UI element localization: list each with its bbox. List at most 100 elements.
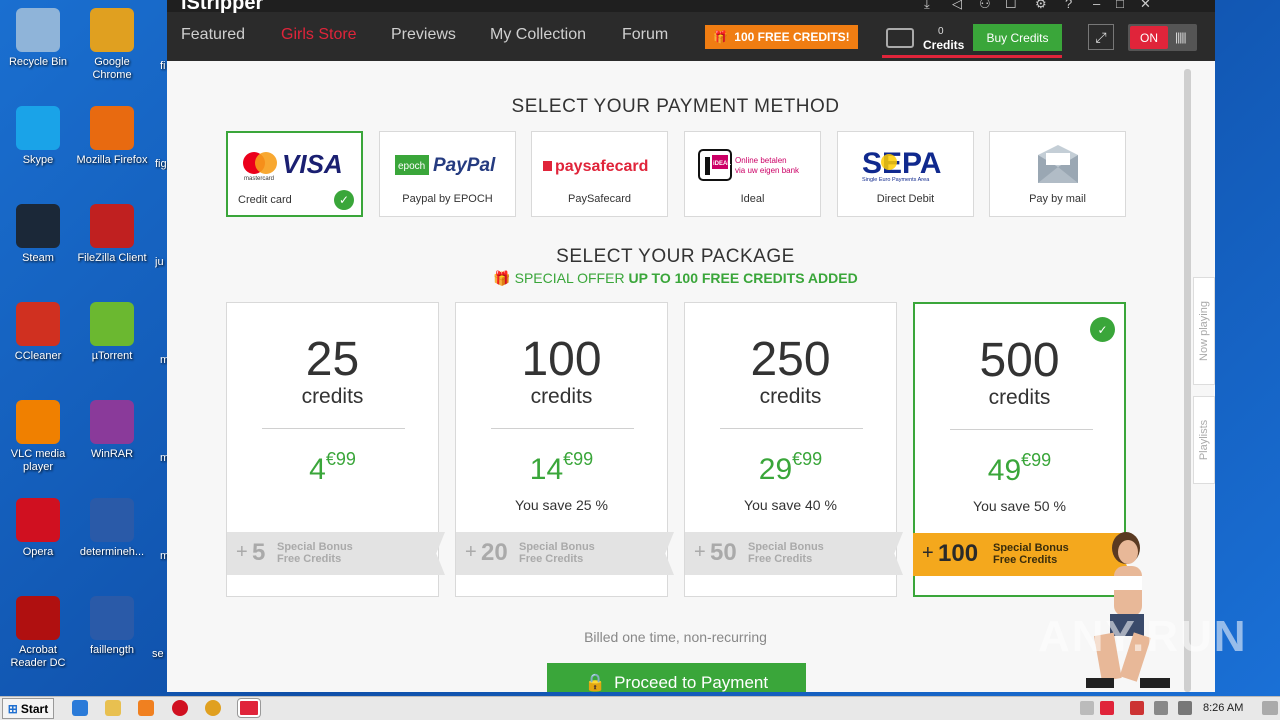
gift-icon: 🎁: [713, 30, 729, 44]
wallet-icon: [886, 28, 914, 48]
start-button[interactable]: ⊞ Start: [2, 698, 54, 719]
package-card-100[interactable]: 100 credits 14€99 You save 25 % +20 Special B…: [455, 302, 674, 597]
close-icon[interactable]: ✕: [1140, 0, 1151, 12]
desktop-icon-label: Google Chrome: [92, 56, 132, 81]
flag-tray-icon[interactable]: [1130, 701, 1144, 715]
payment-sepa[interactable]: SEPA Single Euro Payments Area Direct De…: [837, 131, 974, 217]
anyrun-watermark: ANY.RUN: [1038, 612, 1248, 661]
desktop-icon[interactable]: Opera: [0, 498, 76, 559]
bonus-ribbon: +50 Special Bonus Free Credits: [685, 532, 903, 575]
package-card-250[interactable]: 250 credits 29€99 You save 40 % +50 Special B…: [684, 302, 903, 597]
plus-icon: +: [922, 542, 934, 564]
show-desktop-button[interactable]: [1262, 701, 1278, 715]
maximize-icon[interactable]: □: [1116, 0, 1124, 11]
window-titlebar: [167, 0, 1215, 12]
checkmark-icon: ✓: [334, 190, 354, 210]
desktop-icon[interactable]: Steam: [0, 204, 76, 265]
fullscreen-icon[interactable]: ⤢: [1088, 24, 1114, 50]
desktop-icon-label: Mozilla Firefox: [76, 154, 148, 166]
desktop-icon-label: Opera: [22, 546, 54, 558]
desktop-icon[interactable]: CCleaner: [0, 302, 76, 363]
desktop-icon[interactable]: determineh...: [74, 498, 150, 559]
desktop-icon[interactable]: Acrobat Reader DC: [0, 596, 76, 670]
desktop-icon-label-partial[interactable]: se: [152, 648, 166, 660]
notification-icon[interactable]: ◁: [952, 0, 962, 12]
users-icon[interactable]: ⚇: [979, 0, 991, 12]
istripper-tray-icon[interactable]: [1100, 701, 1114, 715]
desktop-icon[interactable]: VLC media player: [0, 400, 76, 474]
toggle-bars-icon: |||||: [1175, 30, 1187, 44]
desktop-icon[interactable]: Skype: [0, 106, 76, 167]
package-unit: credits: [988, 386, 1051, 409]
lock-icon: 🔒: [584, 673, 607, 692]
bonus-amount: 20: [481, 539, 508, 566]
desktop-icon[interactable]: Recycle Bin: [0, 8, 76, 69]
desktop-icon[interactable]: µTorrent: [74, 302, 150, 363]
desktop-icon[interactable]: Mozilla Firefox: [74, 106, 150, 167]
explorer-icon[interactable]: [105, 700, 121, 716]
payment-name: Ideal: [740, 193, 765, 205]
package-price: 49€99: [987, 450, 1052, 487]
nav-girls-store[interactable]: Girls Store: [281, 26, 357, 44]
desktop-icon[interactable]: faillength: [74, 596, 150, 657]
istripper-taskbar-icon[interactable]: [237, 698, 261, 718]
app-icon: [90, 400, 134, 444]
package-unit: credits: [530, 385, 593, 408]
tray-arrow-icon[interactable]: [1080, 701, 1094, 715]
settings-icon[interactable]: ⚙: [1035, 0, 1047, 12]
proceed-to-payment-button[interactable]: 🔒 Proceed to Payment: [547, 663, 806, 692]
help-icon[interactable]: ?: [1065, 0, 1072, 11]
media-player-icon[interactable]: [138, 700, 154, 716]
opera-taskbar-icon[interactable]: [172, 700, 188, 716]
desktop-icon-label: CCleaner: [14, 350, 62, 362]
on-off-toggle[interactable]: ON |||||: [1128, 24, 1197, 51]
bonus-amount: 5: [252, 539, 266, 566]
svg-text:paysafecard: paysafecard: [555, 158, 648, 175]
plus-icon: +: [236, 541, 248, 563]
payment-name: PaySafecard: [568, 193, 631, 205]
plus-icon: +: [465, 541, 477, 563]
volume-tray-icon[interactable]: [1178, 701, 1192, 715]
special-offer: 🎁 SPECIAL OFFER UP TO 100 FREE CREDITS A…: [167, 270, 1184, 287]
nav-previews[interactable]: Previews: [391, 26, 456, 44]
clock: 8:26 AM: [1203, 702, 1244, 714]
nav-my-collection[interactable]: My Collection: [490, 26, 586, 44]
download-icon[interactable]: ⤓: [924, 0, 930, 12]
minimize-icon[interactable]: –: [1093, 0, 1100, 11]
package-price: 4€99: [309, 449, 356, 486]
desktop-icon[interactable]: FileZilla Client: [74, 204, 150, 265]
windows-logo-icon: ⊞: [7, 701, 18, 716]
app-icon: [90, 596, 134, 640]
app-icon: [16, 302, 60, 346]
desktop-icon[interactable]: WinRAR: [74, 400, 150, 461]
free-credits-button[interactable]: 🎁 100 FREE CREDITS!: [705, 25, 858, 49]
now-playing-tab[interactable]: Now playing: [1193, 277, 1215, 385]
toggle-on-label: ON: [1130, 26, 1168, 49]
package-savings: You save 50 %: [973, 498, 1066, 514]
payment-paypal[interactable]: epoch PayPal Paypal by EPOCH: [379, 131, 516, 217]
scrollbar[interactable]: [1184, 69, 1191, 692]
package-amount: 25: [305, 333, 360, 386]
package-amount: 250: [750, 333, 831, 386]
app-icon: [90, 498, 134, 542]
desktop-icon[interactable]: Google Chrome: [74, 8, 150, 82]
bonus-amount: 50: [710, 539, 737, 566]
package-unit: credits: [301, 385, 364, 408]
divider: [720, 428, 863, 429]
payment-paysafecard[interactable]: paysafecard PaySafecard: [531, 131, 668, 217]
payment-ideal[interactable]: iDEAL Online betalen via uw eigen bank I…: [684, 131, 821, 217]
payment-mail[interactable]: Pay by mail: [989, 131, 1126, 217]
nav-featured[interactable]: Featured: [181, 26, 245, 44]
nav-forum[interactable]: Forum: [622, 26, 668, 44]
chrome-taskbar-icon[interactable]: [205, 700, 221, 716]
ie-icon[interactable]: [72, 700, 88, 716]
buy-credits-button[interactable]: Buy Credits: [973, 24, 1062, 51]
svg-text:iDEAL: iDEAL: [713, 161, 731, 167]
chat-icon[interactable]: ☐: [1005, 0, 1017, 12]
payment-credit-card[interactable]: mastercard VISA Credit card ✓: [226, 131, 363, 217]
network-tray-icon[interactable]: [1154, 701, 1168, 715]
app-icon: [90, 8, 134, 52]
bonus-text: Special Bonus Free Credits: [993, 542, 1069, 566]
playlists-tab[interactable]: Playlists: [1193, 396, 1215, 484]
package-card-25[interactable]: 25 credits 4€99 +5 Special Bonus Free Credits: [226, 302, 445, 597]
